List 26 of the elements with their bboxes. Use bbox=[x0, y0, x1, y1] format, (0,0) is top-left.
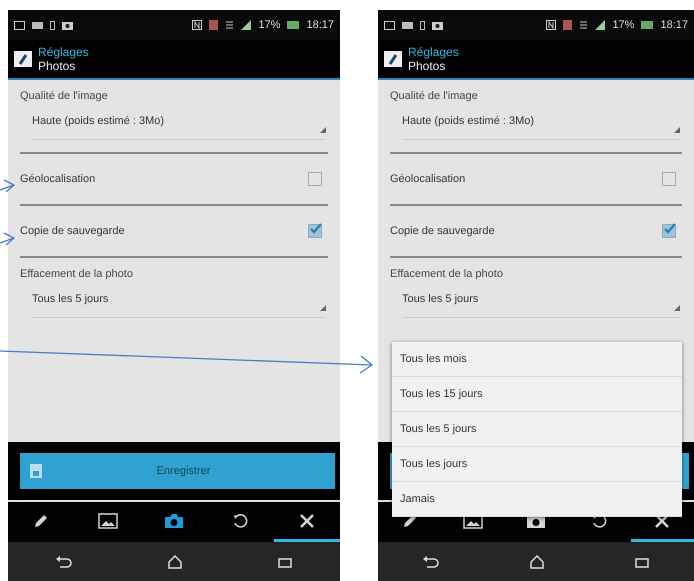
dropdown-field[interactable]: Haute (poids estimé : 3Mo) bbox=[32, 115, 326, 140]
dropdown-field[interactable]: Tous les 5 jours bbox=[402, 293, 680, 318]
dropdown-field[interactable]: Haute (poids estimé : 3Mo) bbox=[402, 115, 680, 140]
battery-percent: 17% bbox=[258, 19, 280, 31]
setting-label: Effacement de la photo bbox=[20, 267, 133, 280]
setting-label: Géolocalisation bbox=[20, 173, 96, 185]
dropdown-field[interactable]: Tous les 5 jours bbox=[32, 293, 326, 318]
clock: 18:17 bbox=[660, 19, 688, 31]
setting-label: Effacement de la photo bbox=[390, 267, 503, 280]
app-name: Réglages bbox=[38, 45, 89, 59]
menu-option[interactable]: Tous les 5 jours bbox=[392, 412, 682, 447]
clock: 18:17 bbox=[306, 19, 334, 31]
menu-option[interactable]: Tous les jours bbox=[392, 447, 682, 482]
screen-title: Photos bbox=[38, 59, 76, 73]
battery-percent: 17% bbox=[612, 19, 634, 31]
setting-label: Qualité de l'image bbox=[20, 89, 108, 102]
menu-option[interactable]: Tous les mois bbox=[392, 342, 682, 377]
setting-label: Qualité de l'image bbox=[390, 89, 478, 102]
save-button[interactable]: Enregistrer bbox=[20, 453, 335, 489]
setting-label: Géolocalisation bbox=[390, 173, 466, 185]
menu-option[interactable]: Jamais bbox=[392, 482, 682, 517]
menu-option[interactable]: Tous les 15 jours bbox=[392, 377, 682, 412]
screen-title: Photos bbox=[408, 59, 446, 73]
setting-label: Copie de sauvegarde bbox=[20, 225, 125, 237]
setting-label: Copie de sauvegarde bbox=[390, 225, 495, 237]
app-name: Réglages bbox=[408, 45, 459, 59]
